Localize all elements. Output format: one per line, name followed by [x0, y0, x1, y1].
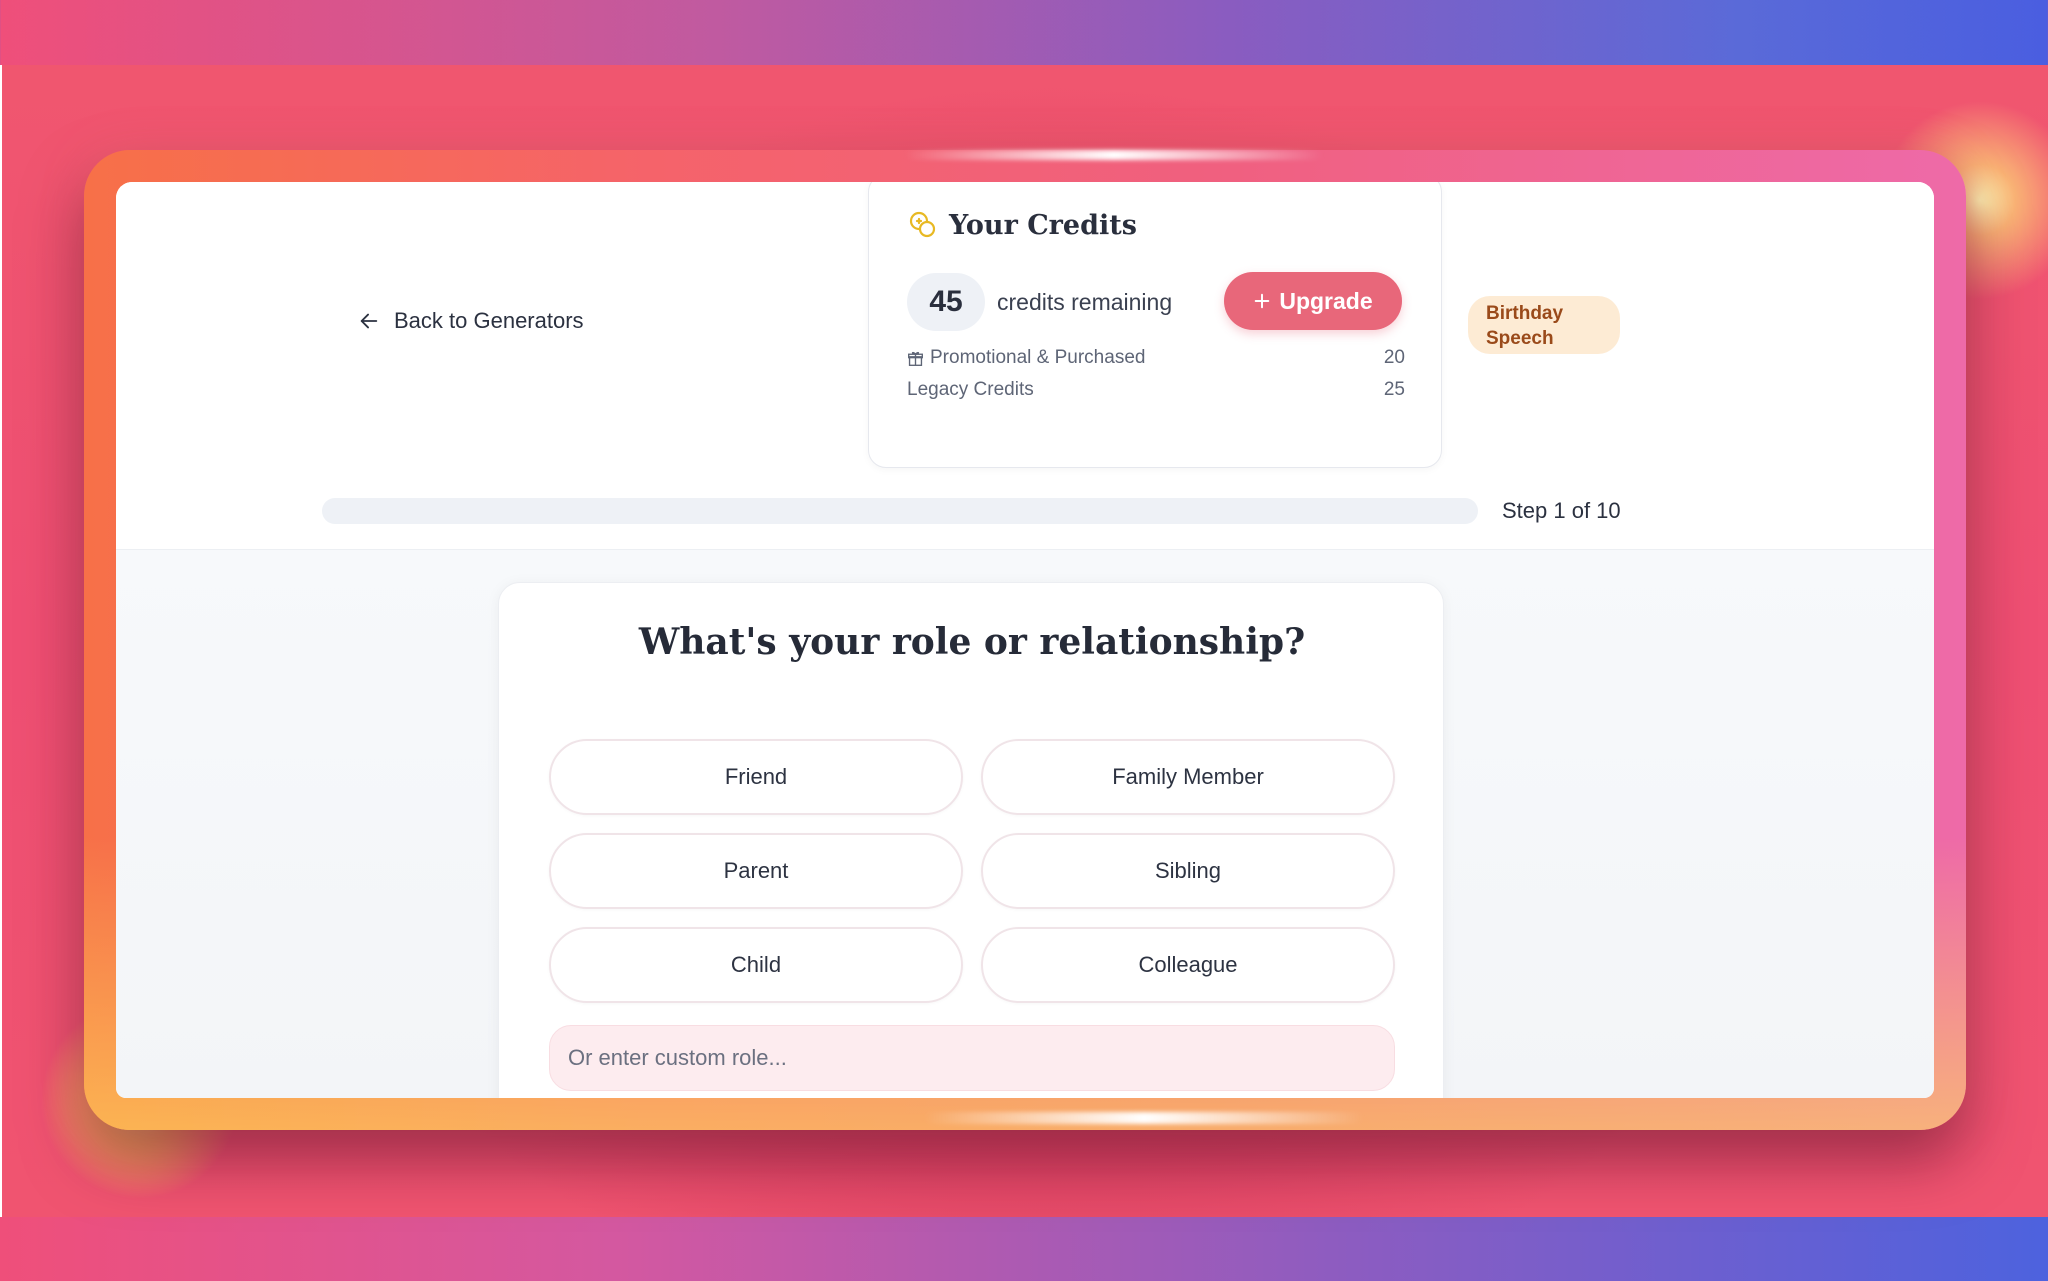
background-bottom-band [0, 1217, 2048, 1281]
frame-highlight [924, 1112, 1364, 1124]
back-link-label: Back to Generators [394, 308, 584, 333]
custom-role-input[interactable] [549, 1025, 1395, 1091]
option-child[interactable]: Child [549, 927, 963, 1003]
back-to-generators-link[interactable]: Back to Generators [358, 308, 584, 334]
credits-count: 45 [907, 273, 985, 331]
arrow-left-icon [360, 313, 378, 329]
option-friend[interactable]: Friend [549, 739, 963, 815]
badge-line: Speech [1486, 328, 1554, 349]
question-title: What's your role or relationship? [638, 621, 1306, 663]
step-indicator: Step 1 of 10 [1502, 498, 1621, 523]
credits-row-legacy: Legacy Credits 25 [907, 379, 1405, 401]
gift-icon [908, 351, 923, 366]
plus-icon [1255, 293, 1270, 309]
credits-remaining-label: credits remaining [997, 289, 1173, 315]
credits-row-promotional: Promotional & Purchased 20 [907, 347, 1405, 369]
option-parent[interactable]: Parent [549, 833, 963, 909]
progress-bar [322, 498, 1478, 524]
app-screen: Back to Generators Your Credits 45 credi… [116, 182, 1934, 1098]
credits-card: Your Credits 45 credits remaining Upgrad… [868, 182, 1442, 468]
option-sibling[interactable]: Sibling [981, 833, 1395, 909]
badge-line: Birthday [1486, 303, 1564, 324]
frame-highlight [904, 150, 1324, 160]
question-card: What's your role or relationship? Friend… [498, 582, 1444, 1098]
upgrade-button[interactable]: Upgrade [1224, 272, 1402, 330]
coins-icon [909, 211, 936, 238]
option-colleague[interactable]: Colleague [981, 927, 1395, 1003]
credits-row-value: 25 [1383, 379, 1405, 400]
credits-row-value: 20 [1383, 347, 1405, 368]
credits-row-label: Legacy Credits [907, 379, 1034, 400]
generator-type-badge: Birthday Speech [1468, 296, 1620, 354]
option-family-member[interactable]: Family Member [981, 739, 1395, 815]
page-header: Back to Generators Your Credits 45 credi… [116, 182, 1934, 550]
credits-row-label: Promotional & Purchased [930, 347, 1146, 368]
credits-title: Your Credits [949, 209, 1137, 241]
upgrade-label: Upgrade [1279, 287, 1373, 314]
